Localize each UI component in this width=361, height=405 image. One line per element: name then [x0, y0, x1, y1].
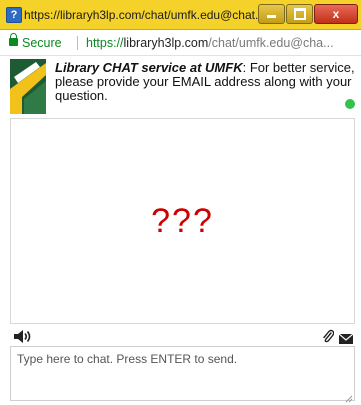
- secure-label: Secure: [22, 36, 62, 50]
- envelope-icon[interactable]: [338, 331, 354, 344]
- url-scheme: https://: [86, 36, 124, 50]
- close-button[interactable]: x: [314, 4, 358, 24]
- chat-window: ? https://libraryh3lp.com/chat/umfk.edu@…: [0, 0, 361, 405]
- paperclip-icon[interactable]: [322, 329, 335, 343]
- status-indicator: [345, 99, 355, 109]
- help-app-icon: ?: [6, 7, 22, 23]
- url-path: /chat/umfk.edu@cha...: [208, 36, 334, 50]
- close-icon: x: [332, 7, 340, 21]
- speaker-icon[interactable]: [14, 330, 32, 343]
- url-host: libraryh3lp.com: [123, 36, 209, 50]
- minimize-icon: [267, 15, 276, 18]
- minimize-button[interactable]: [258, 4, 285, 24]
- conversation-panel[interactable]: ???: [10, 118, 355, 324]
- lock-icon: [9, 33, 18, 46]
- chat-message-input[interactable]: [10, 346, 355, 401]
- chat-instructions: Library CHAT service at UMFK: For better…: [55, 61, 355, 103]
- address-divider: [77, 36, 78, 50]
- address-bar[interactable]: Secure https://libraryh3lp.com/chat/umfk…: [0, 30, 361, 56]
- chat-toolbar: [0, 326, 361, 346]
- maximize-icon: [293, 8, 306, 20]
- service-name: Library CHAT service at UMFK: [55, 60, 243, 75]
- missing-content-marks: ???: [151, 202, 214, 240]
- title-bar[interactable]: ? https://libraryh3lp.com/chat/umfk.edu@…: [0, 0, 361, 30]
- logo-graphic: [10, 59, 46, 114]
- url-text[interactable]: https://libraryh3lp.com/chat/umfk.edu@ch…: [86, 30, 358, 55]
- window-title: https://libraryh3lp.com/chat/umfk.edu@ch…: [24, 8, 264, 22]
- maximize-button[interactable]: [286, 4, 313, 24]
- chat-header: Library CHAT service at UMFK: For better…: [0, 56, 361, 118]
- umfk-logo: [10, 59, 46, 114]
- resize-grip-icon[interactable]: [344, 390, 353, 403]
